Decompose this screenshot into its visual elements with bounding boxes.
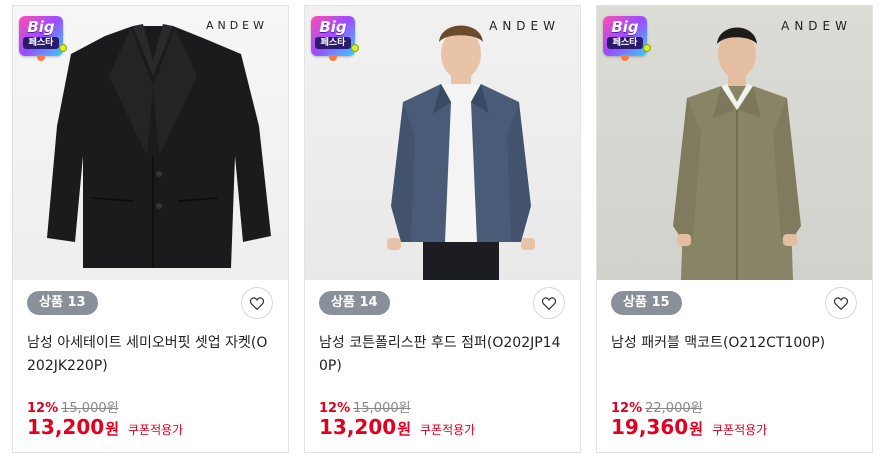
wishlist-button[interactable] (533, 287, 565, 319)
product-number-badge: 상품 15 (611, 291, 682, 315)
mac-coat-image (673, 27, 801, 280)
product-card[interactable]: Big 페스타 ANDEW 상품 14 남성 코튼폴리스판 후드 점퍼(O202… (304, 5, 581, 453)
final-price-row: 19,360 원 쿠폰적용가 (611, 415, 767, 439)
wishlist-button[interactable] (241, 287, 273, 319)
heart-icon (542, 296, 556, 310)
coupon-price-label: 쿠폰적용가 (420, 423, 476, 437)
product-number-badge: 상품 14 (319, 291, 390, 315)
currency-unit: 원 (105, 420, 119, 438)
coupon-price-label: 쿠폰적용가 (712, 423, 768, 437)
original-price: 15,000원 (61, 401, 119, 416)
currency-unit: 원 (689, 420, 703, 438)
final-price: 13,200 (27, 415, 105, 439)
hooded-jumper-image (387, 25, 535, 280)
product-image[interactable]: Big 페스타 ANDEW (305, 6, 580, 280)
price-row: 12% 15,000원 (319, 397, 411, 416)
final-price: 13,200 (319, 415, 397, 439)
original-price: 15,000원 (353, 401, 411, 416)
product-title[interactable]: 남성 아세테이트 세미오버핏 셋업 자켓(O202JK220P) (27, 332, 275, 378)
final-price: 19,360 (611, 415, 689, 439)
discount-rate: 12% (27, 401, 59, 416)
product-title[interactable]: 남성 코튼폴리스판 후드 점퍼(O202JP140P) (319, 332, 567, 378)
heart-icon (250, 296, 264, 310)
black-jacket-image (47, 24, 271, 268)
original-price: 22,000원 (645, 401, 703, 416)
product-number-badge: 상품 13 (27, 291, 98, 315)
final-price-row: 13,200 원 쿠폰적용가 (27, 415, 183, 439)
discount-rate: 12% (319, 401, 351, 416)
final-price-row: 13,200 원 쿠폰적용가 (319, 415, 475, 439)
wishlist-button[interactable] (825, 287, 857, 319)
price-row: 12% 22,000원 (611, 397, 703, 416)
product-title[interactable]: 남성 패커블 맥코트(O212CT100P) (611, 332, 859, 355)
coupon-price-label: 쿠폰적용가 (128, 423, 184, 437)
product-card[interactable]: Big 페스타 ANDEW 상품 13 남성 아세테이트 세미오버핏 셋업 자켓… (12, 5, 289, 453)
currency-unit: 원 (397, 420, 411, 438)
product-card[interactable]: Big 페스타 ANDEW 상품 15 남성 패커블 맥코트(O212CT100… (596, 5, 873, 453)
price-row: 12% 15,000원 (27, 397, 119, 416)
heart-icon (834, 296, 848, 310)
product-image[interactable]: Big 페스타 ANDEW (13, 6, 288, 280)
product-image[interactable]: Big 페스타 ANDEW (597, 6, 872, 280)
discount-rate: 12% (611, 401, 643, 416)
